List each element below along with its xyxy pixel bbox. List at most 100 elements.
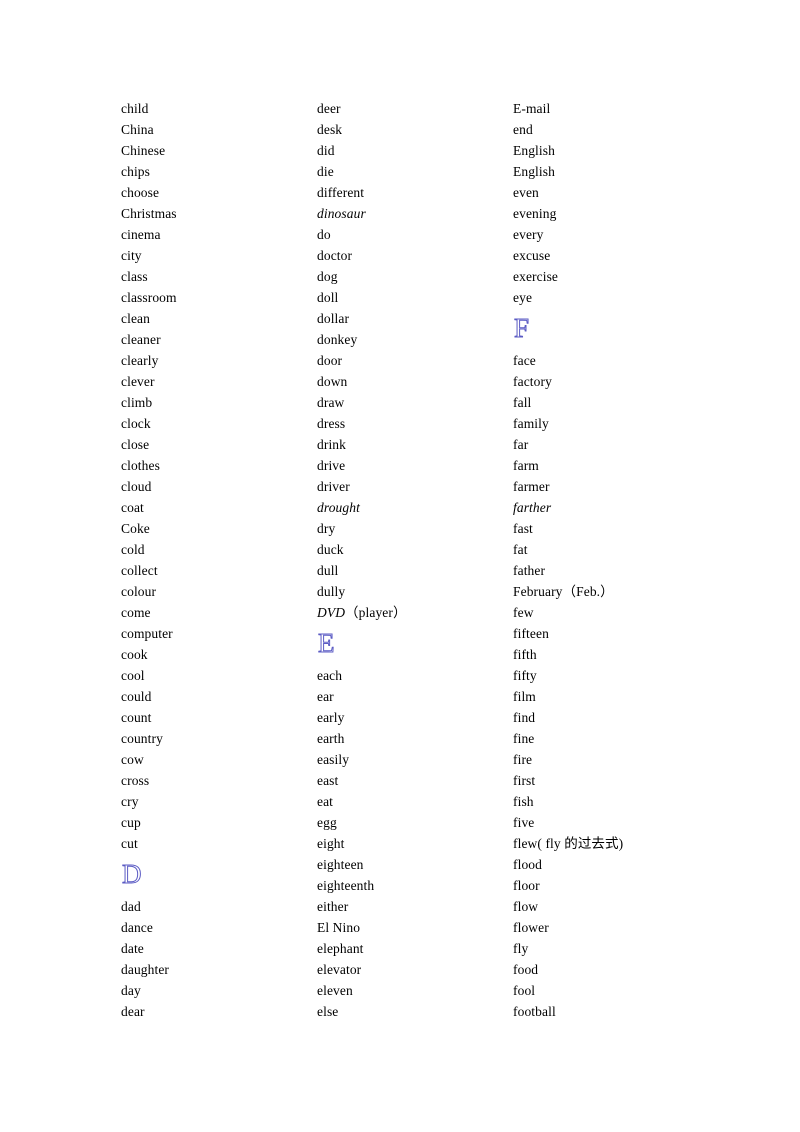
word-entry: desk <box>317 122 343 137</box>
word-entry: dad <box>121 899 141 914</box>
word-entry: first <box>513 773 536 788</box>
word-entry: cross <box>121 773 150 788</box>
word-entry: cup <box>121 815 141 830</box>
word-entry: fish <box>513 794 534 809</box>
word-entry: Chinese <box>121 143 166 158</box>
word-entry-note: （player） <box>345 605 407 620</box>
word-entry: few <box>513 605 534 620</box>
word-entry: dollar <box>317 311 350 326</box>
word-entry: DVD（player） <box>317 602 513 623</box>
word-entry: eight <box>317 836 345 851</box>
word-entry: collect <box>121 563 158 578</box>
word-entry: earth <box>317 731 345 746</box>
word-entry: drink <box>317 437 346 452</box>
word-entry: Coke <box>121 521 150 536</box>
word-entry: classroom <box>121 290 177 305</box>
word-entry: exercise <box>513 269 559 284</box>
word-entry: dinosaur <box>317 206 366 221</box>
word-entry: fall <box>513 395 532 410</box>
word-entry: doctor <box>317 248 353 263</box>
word-entry: face <box>513 353 536 368</box>
word-entry: cool <box>121 668 145 683</box>
word-entry: February（Feb.） <box>513 584 614 599</box>
word-column-1: child China Chinese chips choose Christmas cin… <box>121 98 317 1022</box>
word-entry: floor <box>513 878 540 893</box>
word-entry: date <box>121 941 144 956</box>
word-entry: dull <box>317 563 339 578</box>
word-entry: do <box>317 227 331 242</box>
word-entry: fly <box>513 941 529 956</box>
word-entry: family <box>513 416 549 431</box>
word-entry: city <box>121 248 142 263</box>
letter-heading-glyph: F <box>513 308 531 348</box>
word-entry: farm <box>513 458 539 473</box>
word-entry: deer <box>317 101 341 116</box>
word-entry: child <box>121 101 149 116</box>
word-list-columns: child China Chinese chips choose Christmas cin… <box>121 98 721 1022</box>
word-entry: choose <box>121 185 160 200</box>
word-entry: fifth <box>513 647 537 662</box>
word-entry: cut <box>121 836 138 851</box>
word-entry: down <box>317 374 348 389</box>
word-entry: cloud <box>121 479 152 494</box>
word-entry: five <box>513 815 535 830</box>
letter-heading-glyph: D <box>122 854 144 894</box>
word-entry: clean <box>121 311 150 326</box>
word-entry: cinema <box>121 227 161 242</box>
word-entry: draw <box>317 395 345 410</box>
word-entry: duck <box>317 542 344 557</box>
word-entry: fool <box>513 983 536 998</box>
word-entry: cry <box>121 794 139 809</box>
word-entry: come <box>121 605 151 620</box>
word-entry: chips <box>121 164 150 179</box>
word-column-2: deer desk did die different dinosaur do doctor d… <box>317 98 513 1022</box>
letter-heading-e: E <box>317 623 513 665</box>
word-entry: fire <box>513 752 533 767</box>
word-entry: close <box>121 437 150 452</box>
word-entry: dully <box>317 584 346 599</box>
word-entry: even <box>513 185 539 200</box>
word-entry: fast <box>513 521 533 536</box>
word-entry: every <box>513 227 544 242</box>
word-entry: donkey <box>317 332 358 347</box>
word-entry: film <box>513 689 536 704</box>
word-entry: drive <box>317 458 346 473</box>
letter-heading-f: F <box>513 308 709 350</box>
word-entry: early <box>317 710 345 725</box>
word-entry: excuse <box>513 248 551 263</box>
word-entry: El Nino <box>317 920 361 935</box>
word-entry: elephant <box>317 941 364 956</box>
word-entry: east <box>317 773 339 788</box>
word-entry: eighteenth <box>317 878 375 893</box>
word-entry: eighteen <box>317 857 364 872</box>
word-entry: clock <box>121 416 151 431</box>
word-entry: end <box>513 122 533 137</box>
letter-heading-glyph: E <box>318 623 337 663</box>
word-entry: colour <box>121 584 157 599</box>
word-entry: dry <box>317 521 336 536</box>
word-entry: did <box>317 143 335 158</box>
word-entry: fifteen <box>513 626 549 641</box>
word-entry: far <box>513 437 529 452</box>
word-entry: each <box>317 668 343 683</box>
word-entry: factory <box>513 374 552 389</box>
word-entry: fat <box>513 542 528 557</box>
word-entry: fifty <box>513 668 537 683</box>
letter-heading-d: D <box>121 854 317 896</box>
word-entry: flow <box>513 899 539 914</box>
word-entry: computer <box>121 626 173 641</box>
word-entry: clearly <box>121 353 159 368</box>
word-entry: find <box>513 710 536 725</box>
word-entry: farther <box>513 500 552 515</box>
word-column-3: E-mail end English English even evening every e… <box>513 98 709 1022</box>
word-entry: either <box>317 899 349 914</box>
word-entry: football <box>513 1004 556 1019</box>
word-entry: Christmas <box>121 206 177 221</box>
word-entry: dance <box>121 920 153 935</box>
word-entry: else <box>317 1004 339 1019</box>
word-entry: egg <box>317 815 337 830</box>
word-entry: class <box>121 269 148 284</box>
word-entry: flew( fly 的过去式) <box>513 836 624 851</box>
word-entry: daughter <box>121 962 170 977</box>
word-entry: die <box>317 164 334 179</box>
